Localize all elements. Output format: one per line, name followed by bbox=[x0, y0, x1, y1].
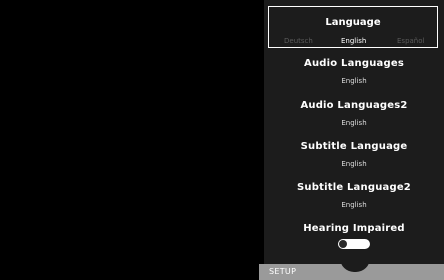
video-area bbox=[0, 0, 264, 280]
language-selector[interactable]: Language Deutsch English Español bbox=[268, 6, 438, 48]
setting-title: Hearing Impaired bbox=[303, 223, 405, 234]
setting-subtitle-language[interactable]: Subtitle Language English bbox=[264, 141, 444, 168]
language-option-next[interactable]: Español bbox=[397, 37, 424, 45]
setting-title: Subtitle Language2 bbox=[297, 182, 411, 193]
setting-title: Audio Languages bbox=[304, 58, 404, 69]
language-option-selected[interactable]: English bbox=[341, 37, 366, 45]
setting-audio-languages[interactable]: Audio Languages English bbox=[264, 58, 444, 85]
setting-hearing-impaired[interactable]: Hearing Impaired bbox=[264, 223, 444, 234]
setting-subtitle-language2[interactable]: Subtitle Language2 English bbox=[264, 182, 444, 209]
setting-value: English bbox=[341, 119, 367, 127]
setting-value: English bbox=[341, 77, 367, 85]
hearing-impaired-toggle[interactable] bbox=[338, 239, 370, 249]
language-option-prev[interactable]: Deutsch bbox=[284, 37, 313, 45]
toggle-knob bbox=[339, 240, 347, 248]
bottom-bar-label: SETUP bbox=[269, 267, 297, 276]
setting-title: Audio Languages2 bbox=[300, 100, 408, 111]
setting-title: Subtitle Language bbox=[300, 141, 408, 152]
setting-value: English bbox=[341, 160, 367, 168]
setting-audio-languages2[interactable]: Audio Languages2 English bbox=[264, 100, 444, 127]
setting-value: English bbox=[341, 201, 367, 209]
language-title: Language bbox=[325, 17, 381, 28]
